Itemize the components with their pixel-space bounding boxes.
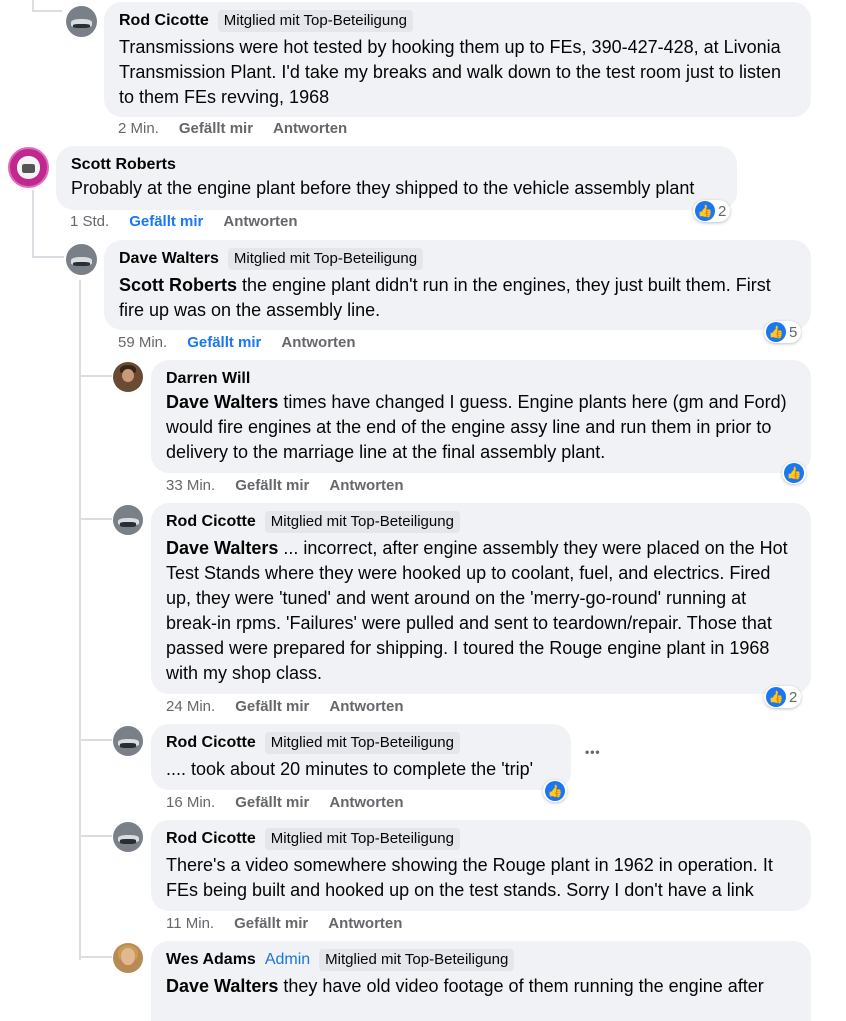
comment-text: Scott Roberts the engine plant didn't ru… (119, 275, 771, 320)
avatar[interactable] (113, 362, 143, 392)
like-button[interactable]: Gefällt mir (235, 477, 309, 494)
comment-bubble: Dave Walters Mitglied mit Top-Beteiligun… (104, 240, 811, 330)
comment-bubble: Wes Adams Admin Mitglied mit Top-Beteili… (151, 941, 811, 1021)
reaction-count[interactable]: 👍 5 (764, 321, 802, 343)
thread-curve-top (32, 10, 62, 12)
mention-link[interactable]: Dave Walters (166, 392, 278, 412)
top-contributor-badge: Mitglied mit Top-Beteiligung (227, 248, 424, 270)
comment-author[interactable]: Wes Adams (166, 951, 256, 969)
top-contributor-badge: Mitglied mit Top-Beteiligung (264, 828, 460, 850)
avatar[interactable] (113, 726, 143, 756)
comment-actions: 11 Min. Gefällt mir Antworten (166, 915, 402, 932)
comment-time[interactable]: 33 Min. (166, 477, 215, 494)
top-contributor-badge: Mitglied mit Top-Beteiligung (217, 10, 413, 32)
comment-bubble: Rod Cicotte Mitglied mit Top-Beteiligung… (104, 2, 811, 117)
comment-text: Dave Walters they have old video footage… (166, 976, 764, 996)
like-button[interactable]: Gefällt mir (235, 698, 309, 715)
reply-button[interactable]: Antworten (329, 794, 403, 811)
avatar[interactable] (66, 244, 97, 275)
comment-bubble: Rod Cicotte Mitglied mit Top-Beteiligung… (151, 503, 811, 694)
thumbs-up-icon: 👍 (766, 687, 786, 707)
comment-time[interactable]: 2 Min. (118, 120, 159, 137)
mention-link[interactable]: Scott Roberts (119, 275, 237, 295)
comment-actions: 1 Std. Gefällt mir Antworten (70, 213, 298, 230)
comment-text: There's a video somewhere showing the Ro… (166, 855, 773, 900)
reply-button[interactable]: Antworten (273, 120, 347, 137)
comment-time[interactable]: 24 Min. (166, 698, 215, 715)
comment-actions: 24 Min. Gefällt mir Antworten (166, 698, 404, 715)
comment-time[interactable]: 16 Min. (166, 794, 215, 811)
comment-author[interactable]: Rod Cicotte (119, 12, 209, 30)
comment-text: Transmissions were hot tested by hooking… (119, 37, 782, 107)
mention-link[interactable]: Dave Walters (166, 976, 278, 996)
avatar[interactable] (113, 505, 143, 535)
like-button[interactable]: Gefällt mir (234, 915, 308, 932)
reaction-count[interactable]: 👍 (782, 462, 806, 484)
thread-curve-darren (79, 375, 112, 377)
mention-link[interactable]: Dave Walters (166, 538, 278, 558)
avatar[interactable] (113, 943, 143, 973)
comment-actions: 59 Min. Gefällt mir Antworten (118, 334, 356, 351)
like-button[interactable]: Gefällt mir (235, 794, 309, 811)
comment-time[interactable]: 59 Min. (118, 334, 167, 351)
thread-curve-rod3 (79, 835, 112, 837)
comment-time[interactable]: 11 Min. (166, 915, 214, 932)
comment-actions: 16 Min. Gefällt mir Antworten (166, 794, 404, 811)
reply-button[interactable]: Antworten (329, 477, 403, 494)
comment-text: .... took about 20 minutes to complete t… (166, 759, 534, 779)
thread-curve-rod1 (79, 518, 112, 520)
comment-author[interactable]: Scott Roberts (71, 156, 176, 174)
thread-curve-rod2 (79, 739, 112, 741)
comment-bubble: Rod Cicotte Mitglied mit Top-Beteiligung… (151, 820, 811, 911)
more-options-icon[interactable]: ••• (585, 745, 601, 759)
thumbs-up-icon: 👍 (784, 463, 804, 483)
avatar[interactable] (66, 6, 97, 37)
comment-author[interactable]: Dave Walters (119, 250, 219, 268)
thread-curve-wes (79, 956, 112, 958)
like-button[interactable]: Gefällt mir (129, 213, 203, 230)
comment-bubble: Scott Roberts Probably at the engine pla… (56, 146, 737, 210)
top-contributor-badge: Mitglied mit Top-Beteiligung (264, 732, 460, 754)
thread-curve-dave (32, 256, 64, 258)
comment-text: Dave Walters ... incorrect, after engine… (166, 538, 788, 683)
reply-button[interactable]: Antworten (223, 213, 297, 230)
comment-actions: 2 Min. Gefällt mir Antworten (118, 120, 347, 137)
top-contributor-badge: Mitglied mit Top-Beteiligung (319, 949, 515, 971)
admin-badge: Admin (264, 951, 311, 968)
thread-line-scott (32, 190, 34, 258)
thumbs-up-icon: 👍 (545, 781, 565, 801)
comment-text: Dave Walters times have changed I guess.… (166, 392, 787, 462)
like-button[interactable]: Gefällt mir (179, 120, 253, 137)
comment-bubble: Darren Will Dave Walters times have chan… (151, 360, 811, 473)
thumbs-up-icon: 👍 (766, 322, 786, 342)
comment-time[interactable]: 1 Std. (70, 213, 109, 230)
comment-author[interactable]: Darren Will (166, 370, 250, 388)
comment-actions: 33 Min. Gefällt mir Antworten (166, 477, 404, 494)
top-contributor-badge: Mitglied mit Top-Beteiligung (264, 511, 460, 533)
reaction-count[interactable]: 👍 (543, 780, 567, 802)
avatar[interactable] (8, 147, 49, 188)
avatar[interactable] (113, 822, 143, 852)
reply-button[interactable]: Antworten (329, 698, 403, 715)
comment-author[interactable]: Rod Cicotte (166, 830, 256, 848)
comment-author[interactable]: Rod Cicotte (166, 513, 256, 531)
comment-text: Probably at the engine plant before they… (71, 178, 695, 198)
reaction-count[interactable]: 👍 2 (764, 686, 802, 708)
reply-button[interactable]: Antworten (281, 334, 355, 351)
reaction-count[interactable]: 👍 2 (693, 200, 731, 222)
thumbs-up-icon: 👍 (695, 201, 715, 221)
comment-author[interactable]: Rod Cicotte (166, 734, 256, 752)
reply-button[interactable]: Antworten (328, 915, 402, 932)
like-button[interactable]: Gefällt mir (187, 334, 261, 351)
comment-bubble: Rod Cicotte Mitglied mit Top-Beteiligung… (151, 724, 571, 790)
thread-line-dave (79, 280, 81, 960)
